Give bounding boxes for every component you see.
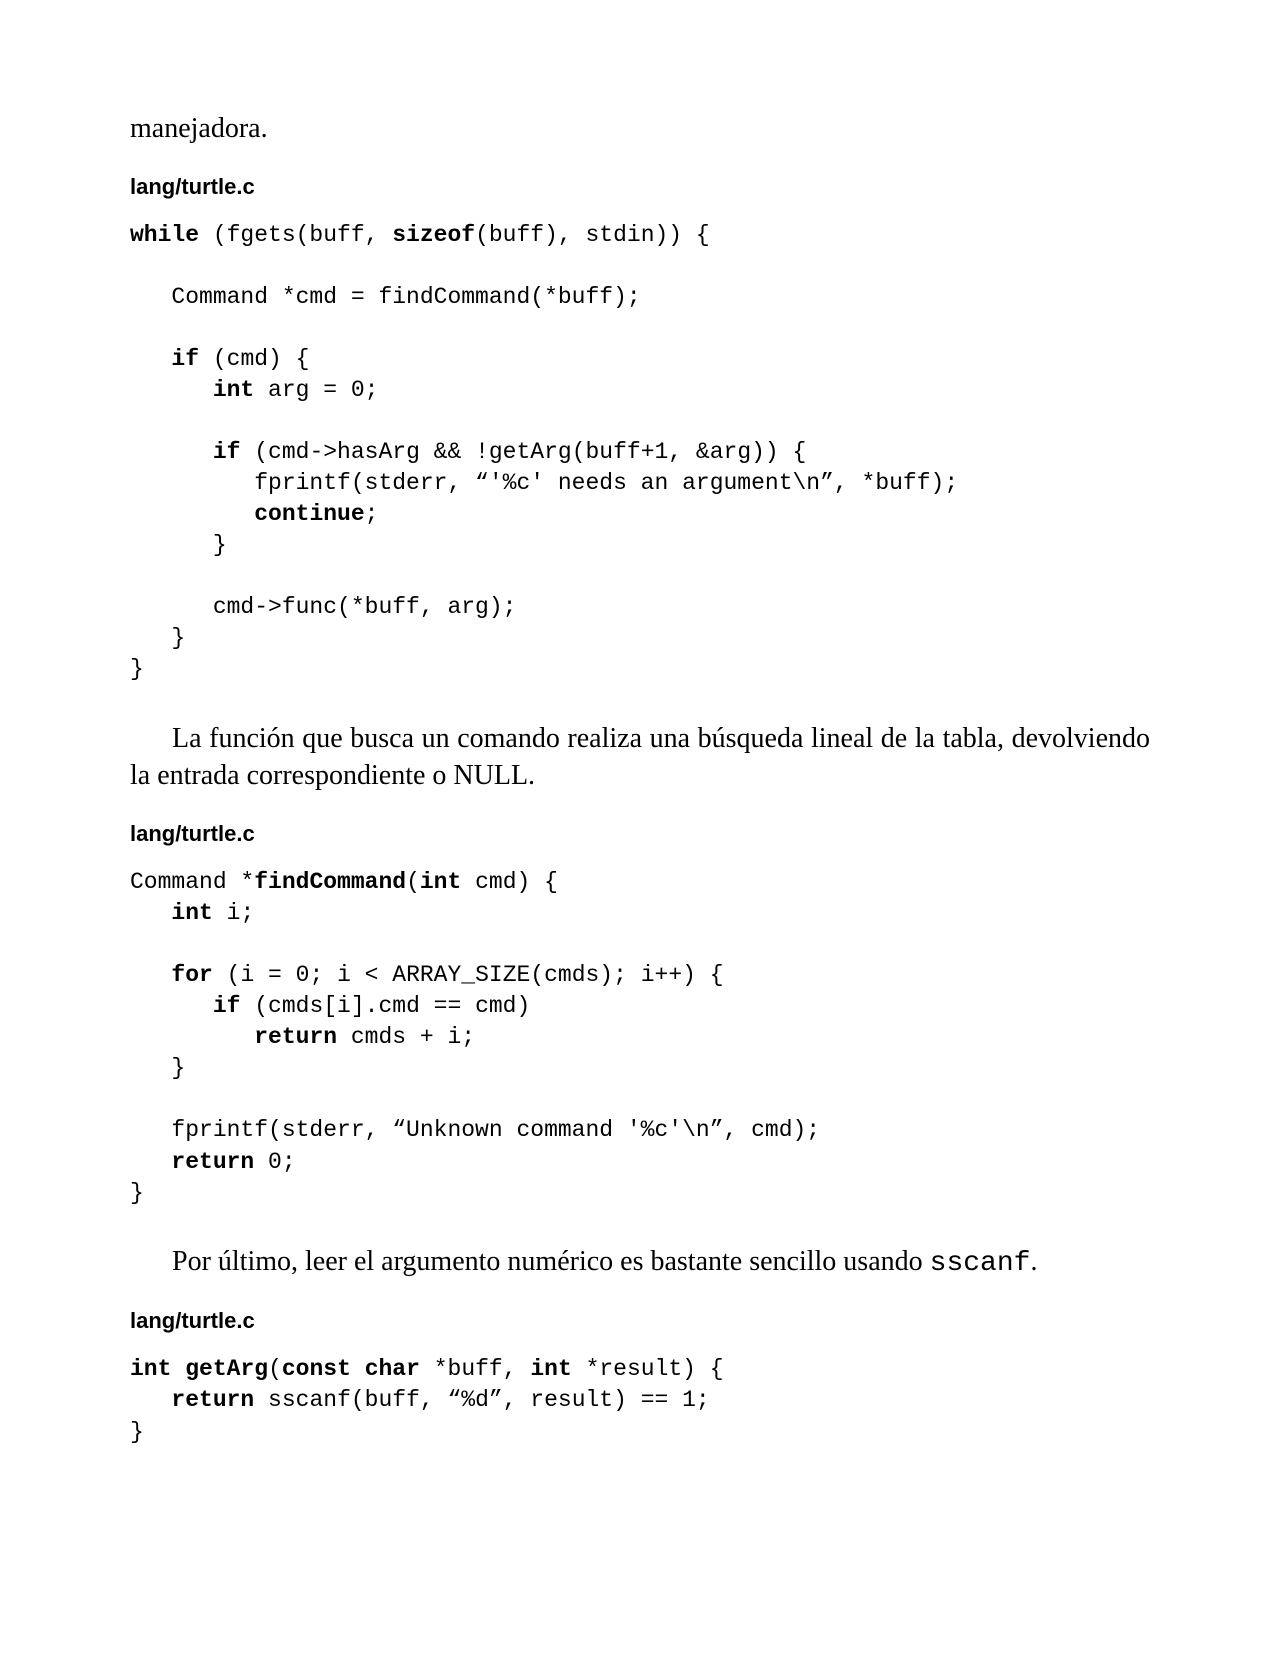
kw: int <box>420 869 461 895</box>
file-label-3: lang/turtle.c <box>130 1308 1150 1334</box>
code: (fgets(buff, <box>199 222 392 248</box>
code: } <box>130 1055 185 1081</box>
code: arg = 0; <box>254 377 378 403</box>
kw: char <box>365 1356 420 1382</box>
code: (cmd) { <box>199 346 309 372</box>
fn: getArg <box>185 1356 268 1382</box>
code <box>171 1356 185 1382</box>
paragraph-intro: manejadora. <box>130 110 1150 148</box>
code: (cmd->hasArg && !getArg(buff+1, &arg)) { <box>240 439 806 465</box>
kw: int <box>171 900 212 926</box>
kw: for <box>171 962 212 988</box>
code: Command *cmd = findCommand(*buff); <box>130 284 641 310</box>
kw: return <box>171 1149 254 1175</box>
code: fprintf(stderr, “'%c' needs an argument\… <box>130 470 958 496</box>
kw: int <box>213 377 254 403</box>
code <box>130 962 171 988</box>
kw: const <box>282 1356 351 1382</box>
kw: return <box>254 1024 337 1050</box>
code: *result) { <box>572 1356 724 1382</box>
code: (cmds[i].cmd == cmd) <box>240 993 530 1019</box>
kw: if <box>171 346 199 372</box>
code-block-3: int getArg(const char *buff, int *result… <box>130 1354 1150 1447</box>
code: cmd) { <box>461 869 558 895</box>
code: } <box>130 1419 144 1445</box>
code: (i = 0; i < ARRAY_SIZE(cmds); i++) { <box>213 962 724 988</box>
code <box>130 1387 171 1413</box>
paragraph-middle: La función que busca un comando realiza … <box>130 720 1150 796</box>
kw: return <box>171 1387 254 1413</box>
page: manejadora. lang/turtle.c while (fgets(b… <box>0 0 1280 1656</box>
code: } <box>130 1180 144 1206</box>
code <box>130 993 213 1019</box>
code: 0; <box>254 1149 295 1175</box>
code: cmds + i; <box>337 1024 475 1050</box>
text: . <box>1030 1246 1037 1277</box>
code: } <box>130 625 185 651</box>
code-block-2: Command *findCommand(int cmd) { int i; f… <box>130 867 1150 1209</box>
code <box>130 1149 171 1175</box>
kw: int <box>530 1356 571 1382</box>
code: ( <box>406 869 420 895</box>
code <box>130 1024 254 1050</box>
code: } <box>130 532 227 558</box>
inline-code: sscanf <box>930 1248 1031 1279</box>
code-block-1: while (fgets(buff, sizeof(buff), stdin))… <box>130 220 1150 686</box>
code: } <box>130 656 144 682</box>
code <box>130 900 171 926</box>
code <box>130 501 254 527</box>
kw: if <box>213 993 241 1019</box>
code: i; <box>213 900 254 926</box>
kw: int <box>130 1356 171 1382</box>
code <box>130 439 213 465</box>
code: fprintf(stderr, “Unknown command '%c'\n”… <box>130 1117 820 1143</box>
code <box>351 1356 365 1382</box>
file-label-2: lang/turtle.c <box>130 821 1150 847</box>
code: (buff), stdin)) { <box>475 222 710 248</box>
code: ( <box>268 1356 282 1382</box>
paragraph-last: Por último, leer el argumento numérico e… <box>130 1243 1150 1283</box>
code <box>130 346 171 372</box>
fn: findCommand <box>254 869 406 895</box>
code <box>130 377 213 403</box>
kw: if <box>213 439 241 465</box>
text: Por último, leer el argumento numérico e… <box>172 1246 930 1277</box>
code: sscanf(buff, “%d”, result) == 1; <box>254 1387 709 1413</box>
kw: continue <box>254 501 364 527</box>
code: ; <box>365 501 379 527</box>
code: *buff, <box>420 1356 530 1382</box>
file-label-1: lang/turtle.c <box>130 174 1150 200</box>
code: Command * <box>130 869 254 895</box>
kw: while <box>130 222 199 248</box>
kw: sizeof <box>392 222 475 248</box>
code: cmd->func(*buff, arg); <box>130 594 516 620</box>
